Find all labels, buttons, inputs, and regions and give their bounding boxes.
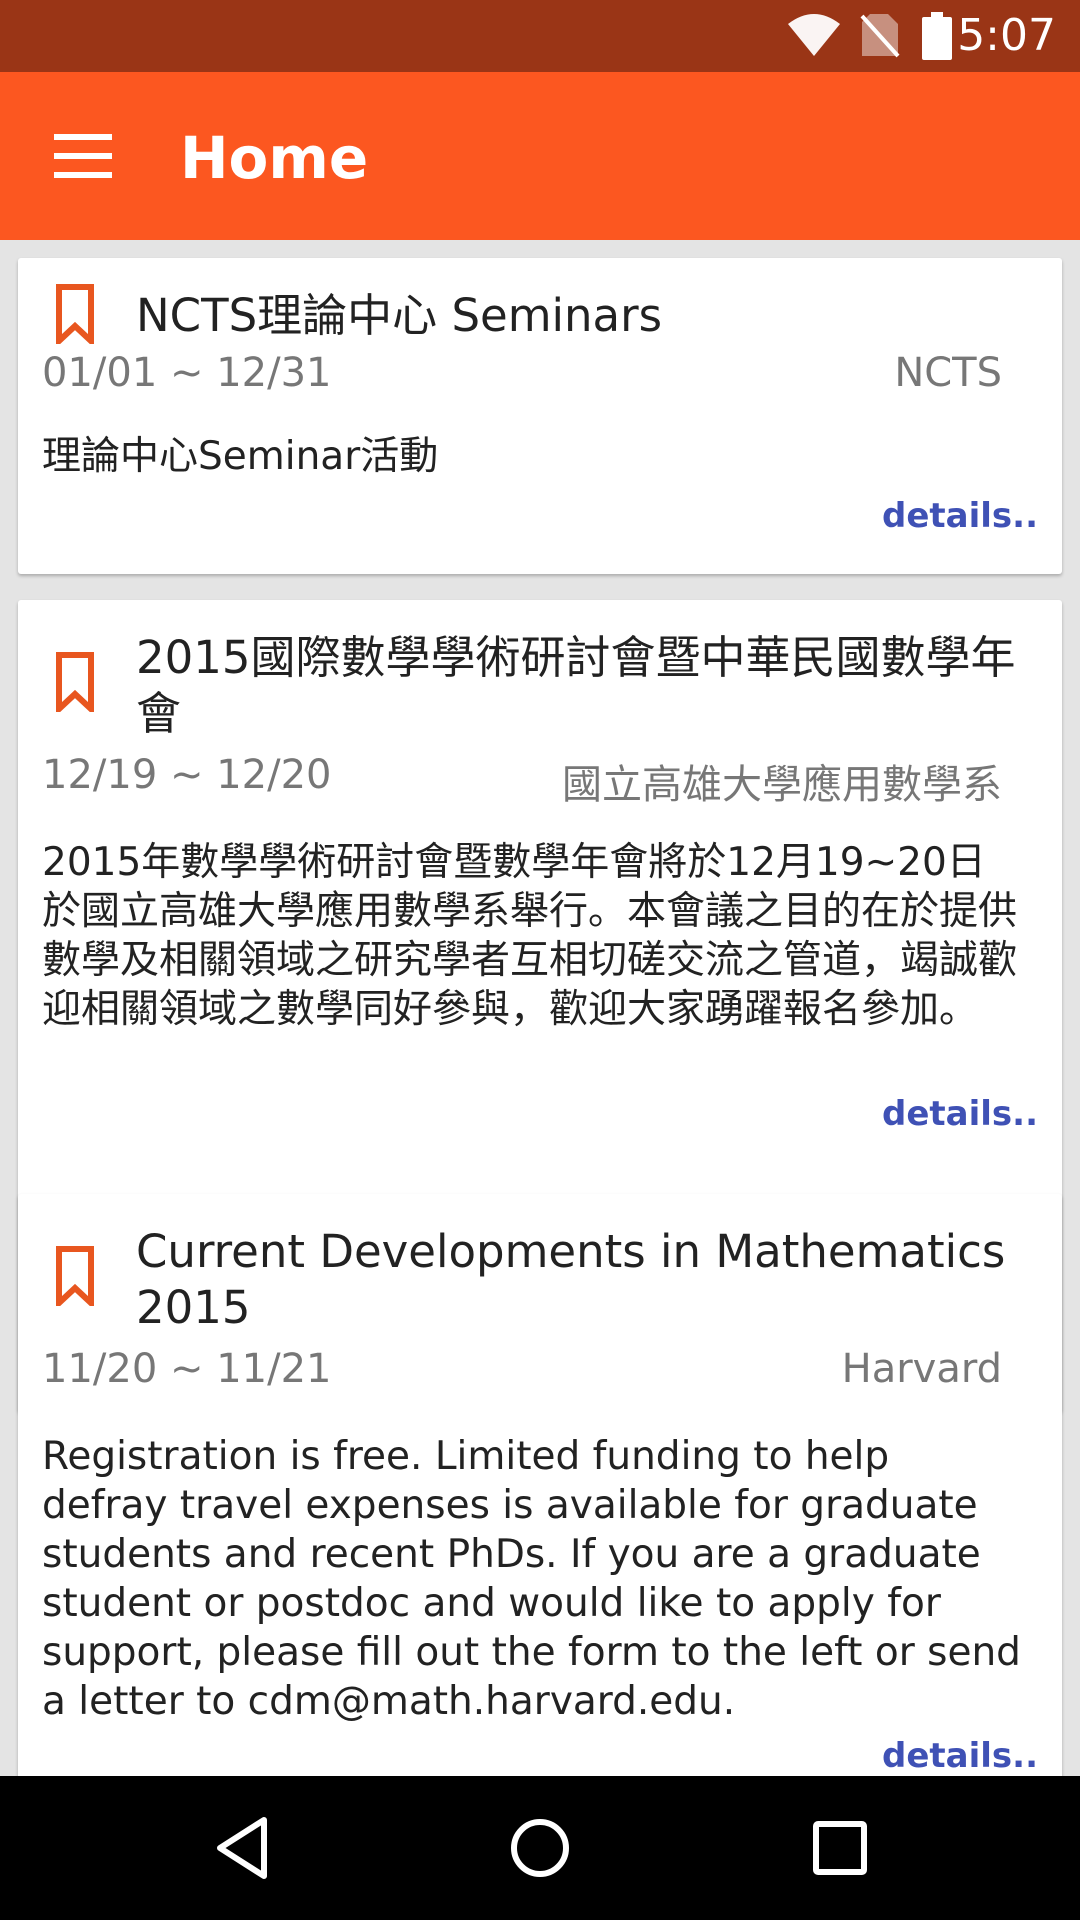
event-list[interactable]: NCTS理論中心 Seminars 01/01 ~ 12/31 NCTS 理論中…: [0, 240, 1080, 1776]
event-description: 理論中心Seminar活動: [42, 434, 439, 479]
event-meta: 11/20 ~ 11/21 Harvard: [42, 1346, 1002, 1396]
event-card[interactable]: NCTS理論中心 Seminars 01/01 ~ 12/31 NCTS 理論中…: [18, 258, 1062, 574]
app-bar: Home: [0, 72, 1080, 240]
event-meta: 01/01 ~ 12/31 NCTS: [42, 350, 1002, 400]
event-description: Registration is free. Limited funding to…: [42, 1434, 1021, 1724]
event-description: 2015年數學學術研討會暨數學年會將於12月19~20日於國立高雄大學應用數學系…: [42, 840, 1018, 1032]
bookmark-icon[interactable]: [56, 652, 94, 712]
page-title: Home: [180, 124, 369, 192]
hamburger-menu-icon[interactable]: [54, 134, 112, 178]
recents-icon[interactable]: [808, 1812, 872, 1884]
bookmark-icon[interactable]: [56, 284, 94, 344]
status-time: 5:07: [957, 10, 1056, 61]
event-title: Current Developments in Mathematics 2015: [136, 1225, 1006, 1334]
event-title: 2015國際數學學術研討會暨中華民國數學年會: [136, 631, 1016, 740]
event-organizer: 國立高雄大學應用數學系: [562, 762, 1002, 808]
status-bar: 5:07: [0, 0, 1080, 72]
wifi-icon: [788, 14, 840, 56]
event-date: 11/20 ~ 11/21: [42, 1346, 332, 1392]
event-organizer: NCTS: [894, 350, 1002, 396]
battery-icon: [922, 12, 952, 60]
details-link[interactable]: details..: [882, 496, 1038, 536]
event-organizer: Harvard: [841, 1346, 1002, 1392]
event-title: NCTS理論中心 Seminars: [136, 289, 663, 342]
home-icon[interactable]: [504, 1812, 576, 1884]
event-date: 12/19 ~ 12/20: [42, 752, 332, 798]
navigation-bar: [0, 1776, 1080, 1920]
event-card[interactable]: Current Developments in Mathematics 2015…: [18, 1194, 1062, 1776]
back-icon[interactable]: [210, 1812, 274, 1884]
bookmark-icon[interactable]: [56, 1246, 94, 1306]
event-date: 01/01 ~ 12/31: [42, 350, 332, 396]
details-link[interactable]: details..: [882, 1094, 1038, 1134]
details-link[interactable]: details..: [882, 1736, 1038, 1776]
no-sim-icon: [860, 14, 900, 58]
event-meta: 12/19 ~ 12/20 國立高雄大學應用數學系: [42, 752, 1002, 808]
